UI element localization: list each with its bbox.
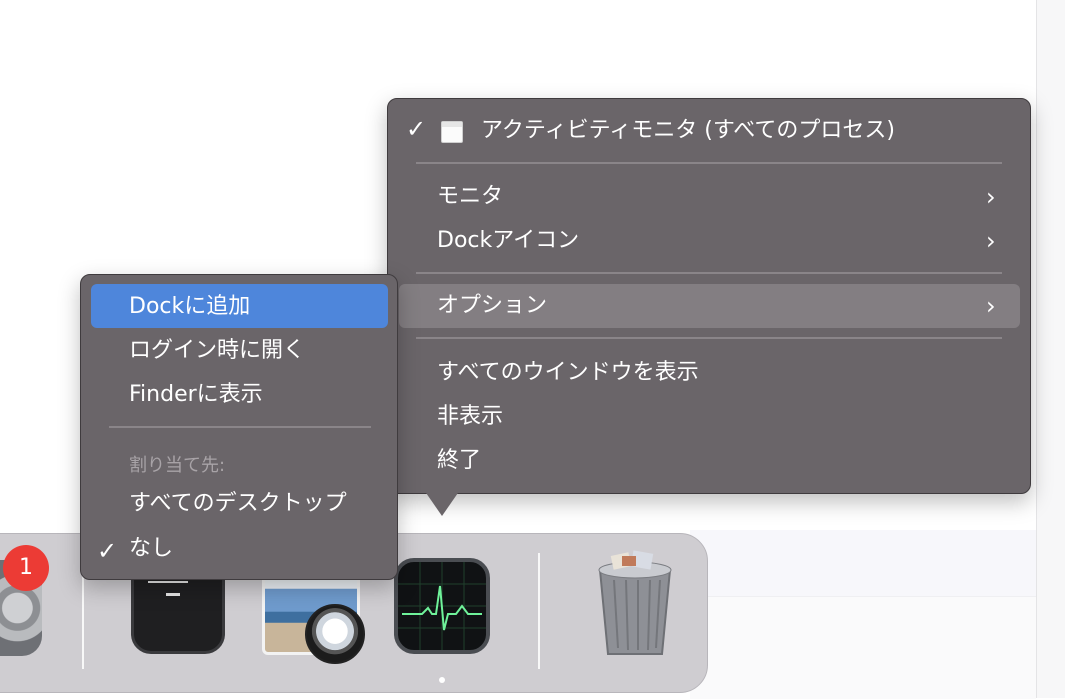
options-submenu: Dockに追加 ログイン時に開く Finderに表示 割り当て先: すべてのデス… — [80, 274, 398, 580]
window-icon — [441, 121, 463, 143]
checkmark-icon: ✓ — [97, 537, 118, 565]
checkmark-icon: ✓ — [406, 115, 427, 143]
menu-separator — [416, 162, 1002, 164]
submenu-item-show-in-finder[interactable]: Finderに表示 — [129, 375, 263, 415]
dock-context-menu: ✓ アクティビティモニタ (すべてのプロセス) モニタ › Dockアイコン ›… — [387, 98, 1031, 494]
menu-separator — [109, 426, 371, 428]
menu-item-activity-monitor-window[interactable]: アクティビティモニタ (すべてのプロセス) — [481, 111, 895, 151]
assign-to-label: 割り当て先: — [129, 455, 226, 476]
menu-item-monitor[interactable]: モニタ — [437, 177, 503, 217]
menu-item-hide[interactable]: 非表示 — [437, 397, 503, 437]
activity-monitor-icon[interactable] — [394, 558, 490, 654]
terminal-prompt-line — [148, 581, 188, 583]
preview-icon[interactable] — [262, 575, 365, 664]
dock-divider-right — [538, 553, 540, 669]
menu-pointer — [424, 490, 460, 516]
menu-item-show-all-windows[interactable]: すべてのウインドウを表示 — [437, 353, 699, 393]
chevron-right-icon: › — [986, 183, 996, 211]
submenu-item-none[interactable]: なし — [129, 529, 173, 569]
chevron-right-icon: › — [986, 227, 996, 255]
running-indicator — [439, 677, 445, 683]
submenu-item-open-at-login[interactable]: ログイン時に開く — [129, 331, 305, 371]
loupe-icon — [305, 604, 365, 664]
window-lower-tint — [690, 530, 1036, 596]
terminal-cursor — [166, 593, 180, 596]
menu-separator — [416, 272, 1002, 274]
notification-badge: 1 — [3, 545, 49, 591]
menu-item-dock-icon[interactable]: Dockアイコン — [437, 221, 579, 261]
menu-item-options[interactable]: オプション — [437, 286, 547, 326]
trash-icon[interactable] — [592, 550, 678, 658]
submenu-item-add-to-dock[interactable]: Dockに追加 — [129, 287, 250, 327]
chevron-right-icon: › — [986, 292, 996, 320]
menu-item-quit[interactable]: 終了 — [437, 441, 481, 481]
heartbeat-graph-icon — [398, 562, 486, 650]
submenu-item-all-desktops[interactable]: すべてのデスクトップ — [129, 484, 347, 524]
window-right-gutter — [1036, 0, 1065, 698]
window-lower-band — [690, 596, 1036, 699]
menu-separator — [416, 337, 1002, 339]
